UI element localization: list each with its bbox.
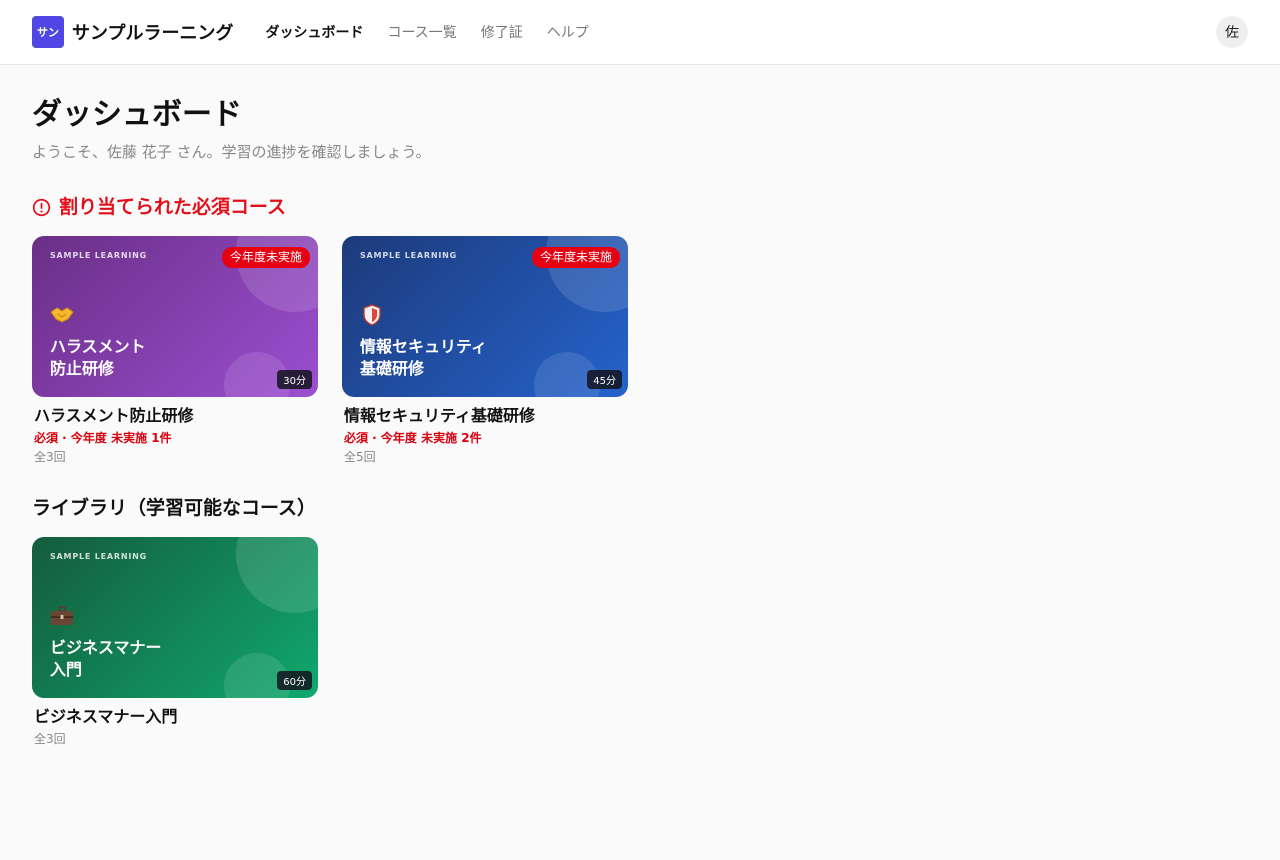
course-card-info-security[interactable]: SAMPLE LEARNING 今年度未実施 情報セキュリティ 基礎研修 45分…: [342, 236, 628, 465]
status-badge: 今年度未実施: [221, 247, 310, 268]
thumbnail-title: ハラスメント 防止研修: [50, 336, 250, 380]
thumbnail-title-line: ハラスメント: [50, 337, 146, 356]
library-heading: ライブラリ（学習可能なコース）: [32, 497, 317, 519]
user-avatar[interactable]: 佐: [1216, 16, 1248, 48]
thumbnail-brand-mark: SAMPLE LEARNING: [50, 552, 147, 561]
course-status: 必須 · 今年度 未実施 2件: [344, 431, 482, 445]
brand-name[interactable]: サンプルラーニング: [72, 19, 233, 45]
main-nav: ダッシュボード コース一覧 修了証 ヘルプ: [265, 22, 588, 42]
thumbnail-title-line: 防止研修: [50, 359, 115, 378]
briefcase-icon: [51, 606, 73, 625]
thumbnail-brand-mark: SAMPLE LEARNING: [50, 251, 147, 260]
course-thumbnail[interactable]: SAMPLE LEARNING ビジネスマナー 入門 60分: [32, 537, 318, 698]
welcome-subtitle: ようこそ、佐藤 花子 さん。学習の進捗を確認しましょう。: [32, 143, 431, 161]
nav-item-dashboard[interactable]: ダッシュボード: [265, 22, 363, 42]
required-courses-heading-text: 割り当てられた必須コース: [59, 196, 287, 218]
duration-badge: 45分: [587, 370, 622, 389]
course-card-harassment[interactable]: SAMPLE LEARNING 今年度未実施 ハラスメント 防止研修 30分 ハ…: [32, 236, 318, 465]
thumbnail-title-line: ビジネスマナー: [50, 638, 162, 657]
duration-badge: 30分: [277, 370, 312, 389]
thumbnail-title-line: 入門: [50, 660, 83, 679]
duration-badge: 60分: [277, 671, 312, 690]
library-course-grid: SAMPLE LEARNING ビジネスマナー 入門 60分 ビジネスマナー入門…: [32, 537, 1248, 747]
thumbnail-title: ビジネスマナー 入門: [50, 637, 250, 681]
course-status: 必須 · 今年度 未実施 1件: [34, 431, 172, 445]
course-title[interactable]: ハラスメント防止研修: [32, 405, 318, 427]
course-title[interactable]: 情報セキュリティ基礎研修: [342, 405, 628, 427]
decorative-circle: [236, 537, 318, 613]
alert-circle-icon: [32, 198, 51, 216]
app-header: サン サンプルラーニング ダッシュボード コース一覧 修了証 ヘルプ 佐: [0, 0, 1280, 65]
course-thumbnail[interactable]: SAMPLE LEARNING 今年度未実施 ハラスメント 防止研修 30分: [32, 236, 318, 397]
required-course-grid: SAMPLE LEARNING 今年度未実施 ハラスメント 防止研修 30分 ハ…: [32, 236, 1248, 465]
nav-item-help[interactable]: ヘルプ: [547, 22, 589, 42]
nav-item-certificates[interactable]: 修了証: [481, 22, 523, 42]
thumbnail-title: 情報セキュリティ 基礎研修: [360, 336, 560, 380]
shield-icon: [363, 304, 381, 326]
nav-item-course-list[interactable]: コース一覧: [387, 22, 456, 42]
main-content: ダッシュボード ようこそ、佐藤 花子 さん。学習の進捗を確認しましょう。 割り当…: [0, 95, 1280, 747]
course-session-count: 全5回: [344, 450, 376, 464]
course-thumbnail[interactable]: SAMPLE LEARNING 今年度未実施 情報セキュリティ 基礎研修 45分: [342, 236, 628, 397]
thumbnail-title-line: 基礎研修: [360, 359, 425, 378]
handshake-icon: [50, 307, 74, 323]
course-title[interactable]: ビジネスマナー入門: [32, 706, 318, 728]
course-session-count: 全3回: [34, 732, 66, 746]
status-badge: 今年度未実施: [531, 247, 620, 268]
thumbnail-title-line: 情報セキュリティ: [360, 337, 488, 356]
course-session-count: 全3回: [34, 450, 66, 464]
course-card-business-manners[interactable]: SAMPLE LEARNING ビジネスマナー 入門 60分 ビジネスマナー入門…: [32, 537, 318, 747]
logo-badge[interactable]: サン: [32, 16, 64, 48]
required-courses-heading: 割り当てられた必須コース: [32, 194, 1248, 220]
page-title: ダッシュボード: [32, 97, 242, 132]
thumbnail-brand-mark: SAMPLE LEARNING: [360, 251, 457, 260]
